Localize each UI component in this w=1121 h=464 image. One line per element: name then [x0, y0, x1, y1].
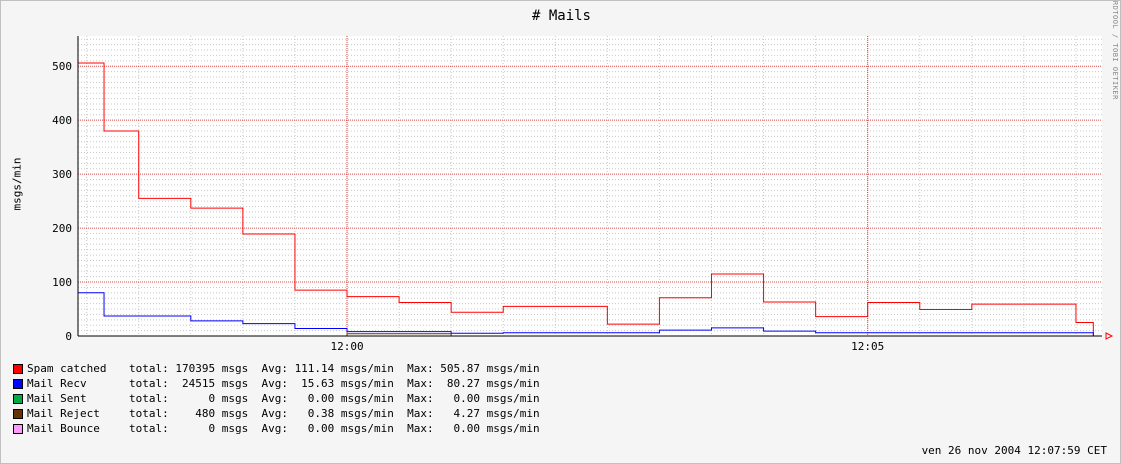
footer-timestamp: ven 26 nov 2004 12:07:59 CET — [921, 444, 1107, 457]
legend-series-stats: total: 170395 msgs Avg: 111.14 msgs/min … — [129, 362, 540, 375]
graph-frame: # Mails msgs/min RRDTOOL / TOBI OETIKER … — [0, 0, 1121, 464]
y-tick-label: 500 — [52, 60, 72, 73]
y-tick-label: 100 — [52, 276, 72, 289]
legend-swatch — [13, 364, 23, 374]
x-tick-label: 12:00 — [330, 340, 363, 353]
legend-series-stats: total: 480 msgs Avg: 0.38 msgs/min Max: … — [129, 407, 540, 420]
legend-series-stats: total: 0 msgs Avg: 0.00 msgs/min Max: 0.… — [129, 392, 540, 405]
legend-swatch — [13, 379, 23, 389]
legend-series-name: Mail Bounce — [27, 422, 100, 435]
y-tick-label: 0 — [65, 330, 72, 343]
plot-background — [78, 36, 1102, 336]
legend-series-name: Mail Recv — [27, 377, 87, 390]
legend-swatch — [13, 409, 23, 419]
legend-series-name: Spam catched — [27, 362, 107, 375]
y-tick-label: 400 — [52, 114, 72, 127]
legend-series-stats: total: 24515 msgs Avg: 15.63 msgs/min Ma… — [129, 377, 540, 390]
legend-swatch — [13, 424, 23, 434]
legend-series-stats: total: 0 msgs Avg: 0.00 msgs/min Max: 0.… — [129, 422, 540, 435]
x-tick-label: 12:05 — [851, 340, 884, 353]
x-axis-arrow-icon — [1105, 332, 1114, 340]
legend-series-name: Mail Reject — [27, 407, 100, 420]
y-tick-label: 200 — [52, 222, 72, 235]
legend-series-name: Mail Sent — [27, 392, 87, 405]
legend-swatch — [13, 394, 23, 404]
y-tick-label: 300 — [52, 168, 72, 181]
